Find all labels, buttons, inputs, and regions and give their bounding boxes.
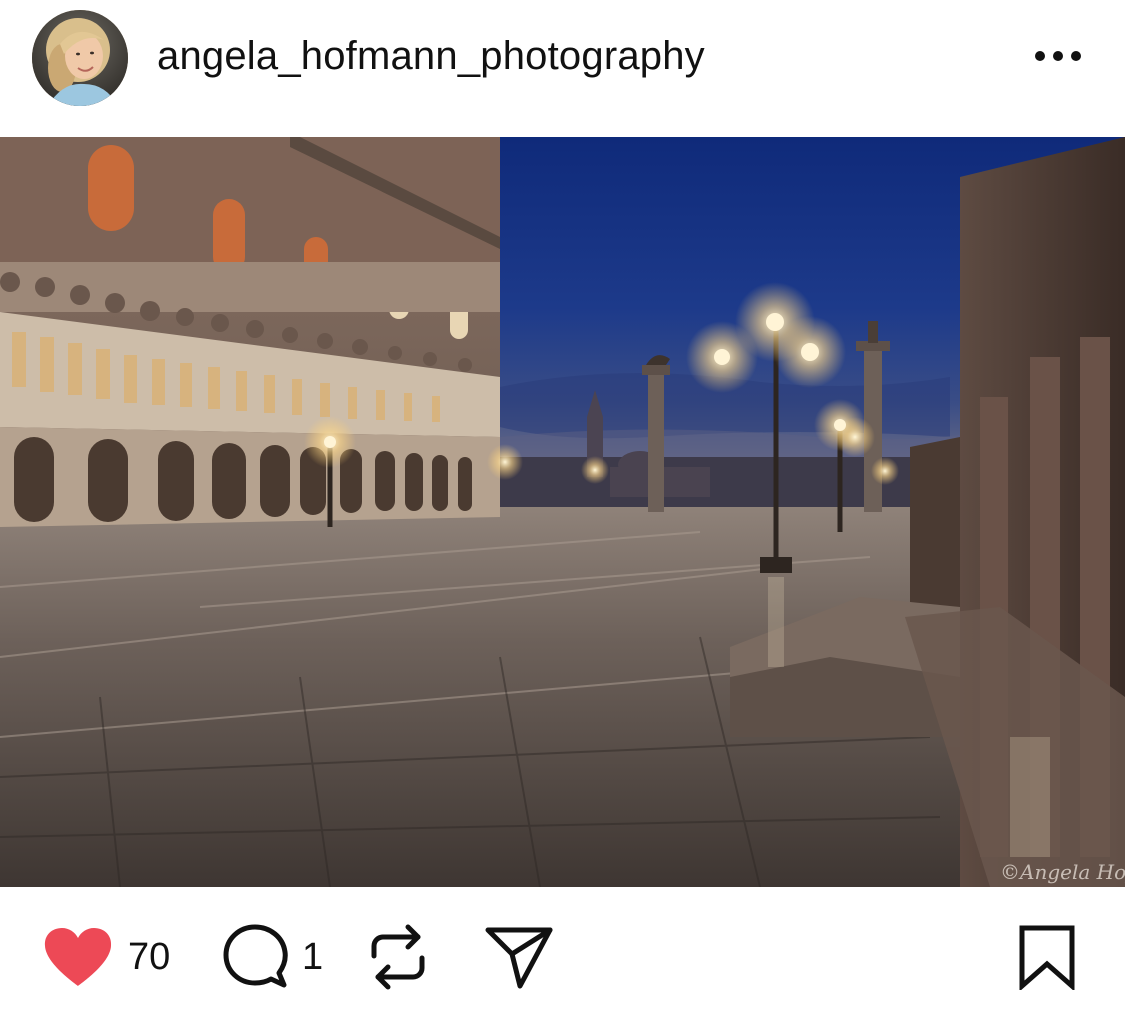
author-username[interactable]: angela_hofmann_photography bbox=[157, 30, 705, 82]
post-photo[interactable]: ©Angela Hofmann bbox=[0, 137, 1125, 887]
like-button[interactable]: 70 bbox=[42, 927, 170, 987]
photo-watermark: ©Angela Hofmann bbox=[1000, 860, 1125, 884]
bookmark-button[interactable] bbox=[1016, 925, 1078, 990]
share-button[interactable] bbox=[484, 927, 554, 989]
comment-count[interactable]: 1 bbox=[302, 935, 323, 979]
author-avatar[interactable] bbox=[32, 10, 128, 106]
more-horizontal-icon bbox=[1035, 51, 1081, 61]
post-actions-bar: 70 1 bbox=[0, 887, 1125, 1015]
avatar-image bbox=[32, 10, 128, 106]
repost-icon bbox=[371, 924, 425, 990]
heart-icon bbox=[44, 928, 112, 986]
more-options-button[interactable] bbox=[1030, 36, 1086, 76]
bookmark-icon bbox=[1019, 925, 1075, 990]
send-icon bbox=[485, 927, 553, 989]
comment-button[interactable]: 1 bbox=[222, 924, 323, 988]
post-header: angela_hofmann_photography bbox=[0, 0, 1125, 137]
comment-icon bbox=[223, 924, 288, 988]
like-count[interactable]: 70 bbox=[128, 935, 170, 979]
repost-button[interactable] bbox=[368, 924, 428, 990]
photo-image: ©Angela Hofmann bbox=[0, 137, 1125, 887]
